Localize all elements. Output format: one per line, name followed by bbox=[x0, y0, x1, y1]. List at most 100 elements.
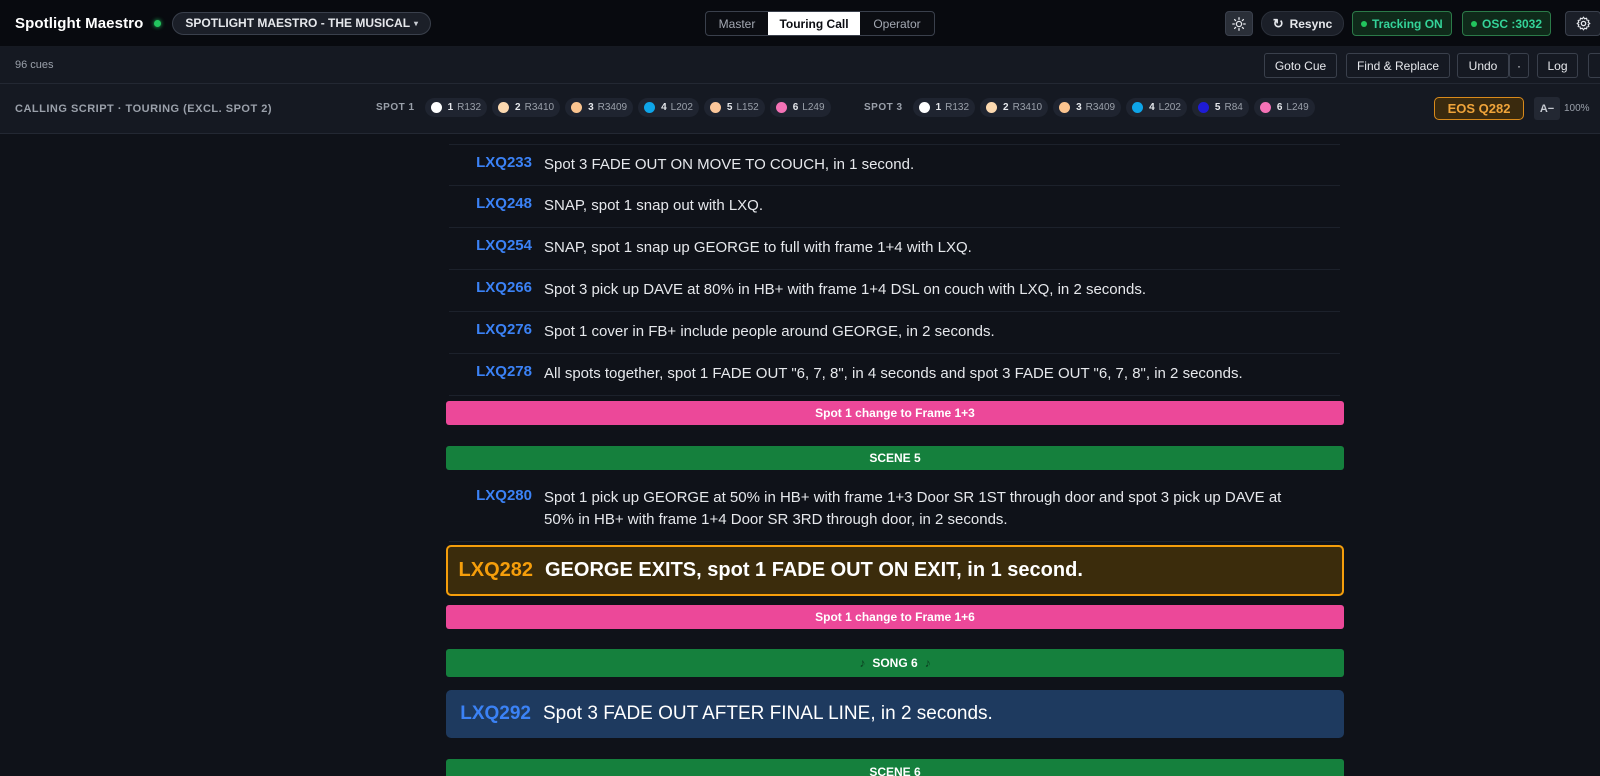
cue-text: Spot 1 pick up GEORGE at 50% in HB+ with… bbox=[544, 489, 1282, 528]
resync-button[interactable]: ↻ Resync bbox=[1261, 11, 1344, 36]
spot-1-frame-6-chip[interactable]: 6 L249 bbox=[769, 98, 831, 117]
eos-cue-badge: EOS Q282 bbox=[1434, 97, 1524, 120]
frame-change-note[interactable]: Spot 1 change to Frame 1+3 bbox=[446, 401, 1344, 425]
cue-text: Spot 3 FADE OUT ON MOVE TO COUCH, in 1 s… bbox=[544, 156, 915, 173]
scene-marker[interactable]: SCENE 5 bbox=[446, 446, 1344, 470]
frame-number: 4 bbox=[661, 102, 667, 113]
gel-code: R132 bbox=[945, 102, 970, 113]
frame-number: 1 bbox=[935, 102, 942, 113]
gel-color-swatch bbox=[1059, 102, 1071, 113]
spot-3-frame-4-chip[interactable]: 4 L202 bbox=[1126, 98, 1187, 117]
spot-1-frame-3-chip[interactable]: 3 R3409 bbox=[565, 98, 634, 117]
spot-1-frame-2-chip[interactable]: 2 R3410 bbox=[492, 98, 561, 117]
mode-touring-call-tab[interactable]: Touring Call bbox=[768, 12, 860, 35]
calling-script[interactable]: LXQ233 Spot 3 FADE OUT ON MOVE TO COUCH,… bbox=[0, 135, 1600, 776]
tracking-dot bbox=[1361, 20, 1367, 27]
log-button[interactable]: Log bbox=[1537, 53, 1578, 78]
spot-1-group: SPOT 1 1 R132 2 R3410 3 R3409 4 L202 5 L152 6… bbox=[376, 98, 836, 117]
chevron-down-icon: ▾ bbox=[414, 18, 419, 28]
show-name: SPOTLIGHT MAESTRO - THE MUSICAL bbox=[185, 16, 411, 30]
gel-code: R3410 bbox=[1012, 102, 1043, 113]
spot-3-label: SPOT 3 bbox=[864, 102, 903, 113]
gel-code: L249 bbox=[1286, 102, 1309, 113]
refresh-icon: ↻ bbox=[1272, 15, 1284, 31]
font-decrease-button[interactable]: A− bbox=[1534, 97, 1560, 120]
theme-toggle-button[interactable] bbox=[1225, 11, 1253, 36]
gel-color-swatch bbox=[1197, 102, 1209, 113]
connection-status-dot bbox=[154, 19, 162, 27]
spot-3-frame-6-chip[interactable]: 6 L249 bbox=[1253, 98, 1315, 117]
cue-row[interactable]: LXQ248 SNAP, spot 1 snap out with LXQ. bbox=[449, 186, 1340, 228]
settings-button[interactable] bbox=[1565, 11, 1600, 36]
spot-1-frame-5-chip[interactable]: 5 L152 bbox=[703, 98, 765, 117]
mode-switcher: Master Touring Call Operator bbox=[705, 11, 935, 36]
gel-code: L249 bbox=[802, 102, 825, 113]
spot-3-frame-3-chip[interactable]: 3 R3409 bbox=[1053, 98, 1122, 117]
next-cue-text: Spot 3 FADE OUT AFTER FINAL LINE, in 2 s… bbox=[543, 703, 993, 724]
gear-icon bbox=[1576, 16, 1590, 31]
gel-code: R3409 bbox=[597, 102, 628, 113]
spot-3-frame-5-chip[interactable]: 5 R84 bbox=[1191, 98, 1249, 117]
gel-color-swatch bbox=[644, 102, 656, 113]
app-title: Spotlight Maestro bbox=[15, 14, 144, 32]
spot-3-frame-2-chip[interactable]: 2 R3410 bbox=[980, 98, 1049, 117]
spot-3-frame-1-chip[interactable]: 1 R132 bbox=[912, 98, 976, 117]
cue-text: Spot 3 pick up DAVE at 80% in HB+ with f… bbox=[544, 281, 1146, 298]
cue-id: LXQ280 bbox=[476, 487, 532, 504]
frame-number: 2 bbox=[515, 102, 521, 113]
cue-id: LXQ254 bbox=[476, 237, 532, 254]
tracking-status-button[interactable]: Tracking ON bbox=[1352, 11, 1452, 36]
mode-operator-tab[interactable]: Operator bbox=[860, 12, 934, 35]
frame-number: 5 bbox=[726, 102, 733, 113]
gel-color-swatch bbox=[430, 102, 442, 113]
cue-row[interactable]: LXQ233 Spot 3 FADE OUT ON MOVE TO COUCH,… bbox=[449, 144, 1340, 186]
next-cue-row[interactable]: LXQ292 Spot 3 FADE OUT AFTER FINAL LINE,… bbox=[446, 690, 1344, 738]
cue-row[interactable]: LXQ254 SNAP, spot 1 snap up GEORGE to fu… bbox=[449, 228, 1340, 270]
cue-text: Spot 1 cover in FB+ include people aroun… bbox=[544, 323, 995, 340]
music-note-icon: ♪ bbox=[859, 656, 866, 670]
goto-cue-button[interactable]: Goto Cue bbox=[1264, 53, 1337, 78]
frame-number: 4 bbox=[1149, 102, 1155, 113]
cue-row[interactable]: LXQ278 All spots together, spot 1 FADE O… bbox=[449, 354, 1340, 396]
next-cue-id: LXQ292 bbox=[460, 703, 531, 724]
zoom-level: 100% bbox=[1564, 103, 1590, 114]
find-replace-button[interactable]: Find & Replace bbox=[1346, 53, 1450, 78]
active-cue-row[interactable]: LXQ282 GEORGE EXITS, spot 1 FADE OUT ON … bbox=[446, 545, 1344, 596]
gel-code: R3409 bbox=[1085, 102, 1116, 113]
spot-1-frame-4-chip[interactable]: 4 L202 bbox=[638, 98, 699, 117]
gel-code: R132 bbox=[457, 102, 482, 113]
frame-change-note[interactable]: Spot 1 change to Frame 1+6 bbox=[446, 605, 1344, 629]
mode-master-tab[interactable]: Master bbox=[706, 12, 768, 35]
gel-code: L202 bbox=[1158, 102, 1181, 113]
gel-color-swatch bbox=[986, 102, 998, 113]
frame-number: 1 bbox=[447, 102, 454, 113]
show-selector[interactable]: SPOTLIGHT MAESTRO - THE MUSICAL ▾ bbox=[172, 11, 432, 35]
active-cue-text: GEORGE EXITS, spot 1 FADE OUT ON EXIT, i… bbox=[545, 559, 1083, 581]
frame-number: 6 bbox=[792, 102, 799, 113]
scene-marker[interactable]: SCENE 6 bbox=[446, 759, 1344, 776]
toolbar-overflow-button[interactable] bbox=[1588, 53, 1600, 78]
gel-color-swatch bbox=[918, 102, 930, 113]
spot-1-frame-1-chip[interactable]: 1 R132 bbox=[424, 98, 488, 117]
cue-row[interactable]: LXQ280 Spot 1 pick up GEORGE at 50% in H… bbox=[449, 478, 1340, 542]
undo-history-button[interactable]: · bbox=[1509, 53, 1529, 78]
active-cue-id: LXQ282 bbox=[458, 559, 533, 581]
tracking-label: Tracking ON bbox=[1372, 16, 1443, 31]
song-marker[interactable]: ♪ SONG 6 ♪ bbox=[446, 649, 1344, 677]
cue-id: LXQ278 bbox=[476, 363, 532, 380]
toolbar: 96 cues Goto Cue Find & Replace Undo · L… bbox=[0, 47, 1600, 84]
gel-code: L152 bbox=[736, 102, 759, 113]
cue-text: All spots together, spot 1 FADE OUT "6, … bbox=[544, 365, 1243, 382]
gel-color-swatch bbox=[775, 102, 787, 113]
gel-code: R84 bbox=[1224, 102, 1243, 113]
osc-status-button[interactable]: OSC :3032 bbox=[1462, 11, 1552, 36]
cue-row[interactable]: LXQ266 Spot 3 pick up DAVE at 80% in HB+… bbox=[449, 270, 1340, 312]
spot-1-label: SPOT 1 bbox=[376, 102, 415, 113]
undo-button[interactable]: Undo bbox=[1457, 53, 1509, 78]
osc-label: OSC :3032 bbox=[1482, 16, 1543, 31]
cue-id: LXQ276 bbox=[476, 321, 532, 338]
cue-id: LXQ233 bbox=[476, 154, 532, 171]
frame-number: 5 bbox=[1214, 102, 1221, 113]
cue-row[interactable]: LXQ276 Spot 1 cover in FB+ include peopl… bbox=[449, 312, 1340, 354]
cue-id: LXQ248 bbox=[476, 195, 532, 212]
